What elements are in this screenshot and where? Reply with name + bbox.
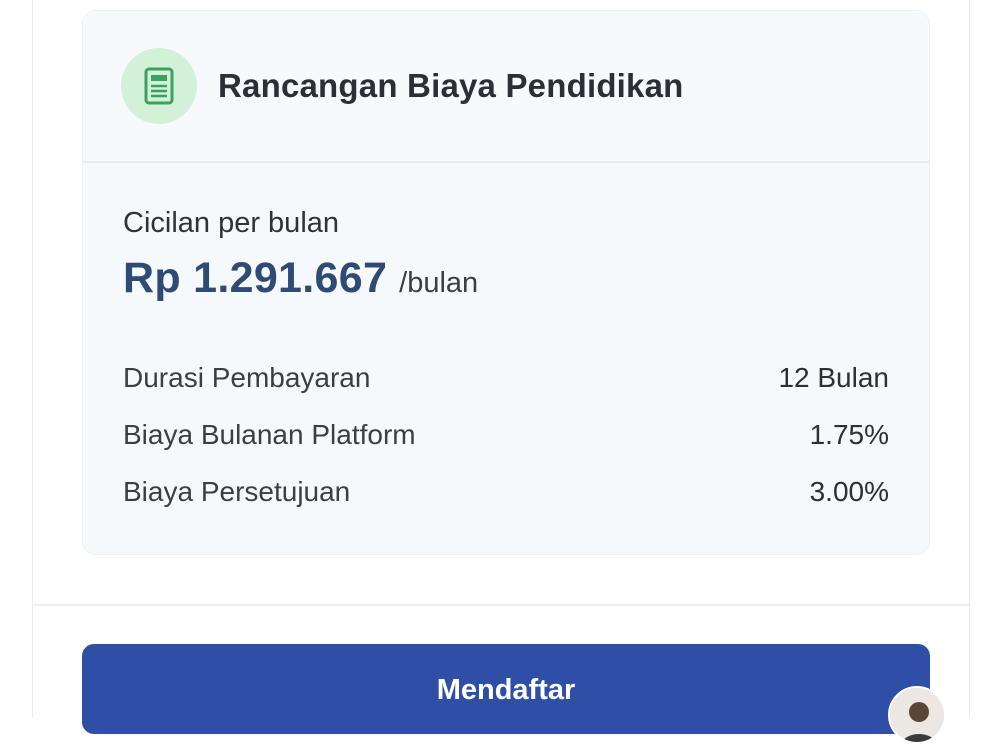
amount-row: Rp 1.291.667 /bulan xyxy=(123,254,889,303)
document-icon xyxy=(121,48,197,124)
detail-value: 12 Bulan xyxy=(778,361,889,393)
amount-unit: /bulan xyxy=(399,267,479,299)
detail-row-approval-fee: Biaya Persetujuan 3.00% xyxy=(123,463,889,520)
installment-label: Cicilan per bulan xyxy=(123,207,340,239)
avatar[interactable] xyxy=(888,686,946,744)
detail-value: 1.75% xyxy=(809,418,889,450)
section-divider xyxy=(33,604,969,606)
detail-label: Biaya Persetujuan xyxy=(123,475,351,507)
detail-list: Durasi Pembayaran 12 Bulan Biaya Bulanan… xyxy=(123,349,889,520)
detail-label: Biaya Bulanan Platform xyxy=(123,418,416,450)
detail-row-platform-fee: Biaya Bulanan Platform 1.75% xyxy=(123,406,889,463)
detail-label: Durasi Pembayaran xyxy=(123,361,371,393)
card-header: Rancangan Biaya Pendidikan xyxy=(83,11,929,163)
detail-value: 3.00% xyxy=(809,475,889,507)
card-title: Rancangan Biaya Pendidikan xyxy=(218,67,684,104)
education-cost-card: Rancangan Biaya Pendidikan Cicilan per b… xyxy=(82,10,930,555)
detail-row-duration: Durasi Pembayaran 12 Bulan xyxy=(123,349,889,406)
register-button[interactable]: Mendaftar xyxy=(82,644,930,734)
card-body: Cicilan per bulan Rp 1.291.667 /bulan Du… xyxy=(83,163,929,520)
monthly-amount: Rp 1.291.667 xyxy=(123,254,388,302)
